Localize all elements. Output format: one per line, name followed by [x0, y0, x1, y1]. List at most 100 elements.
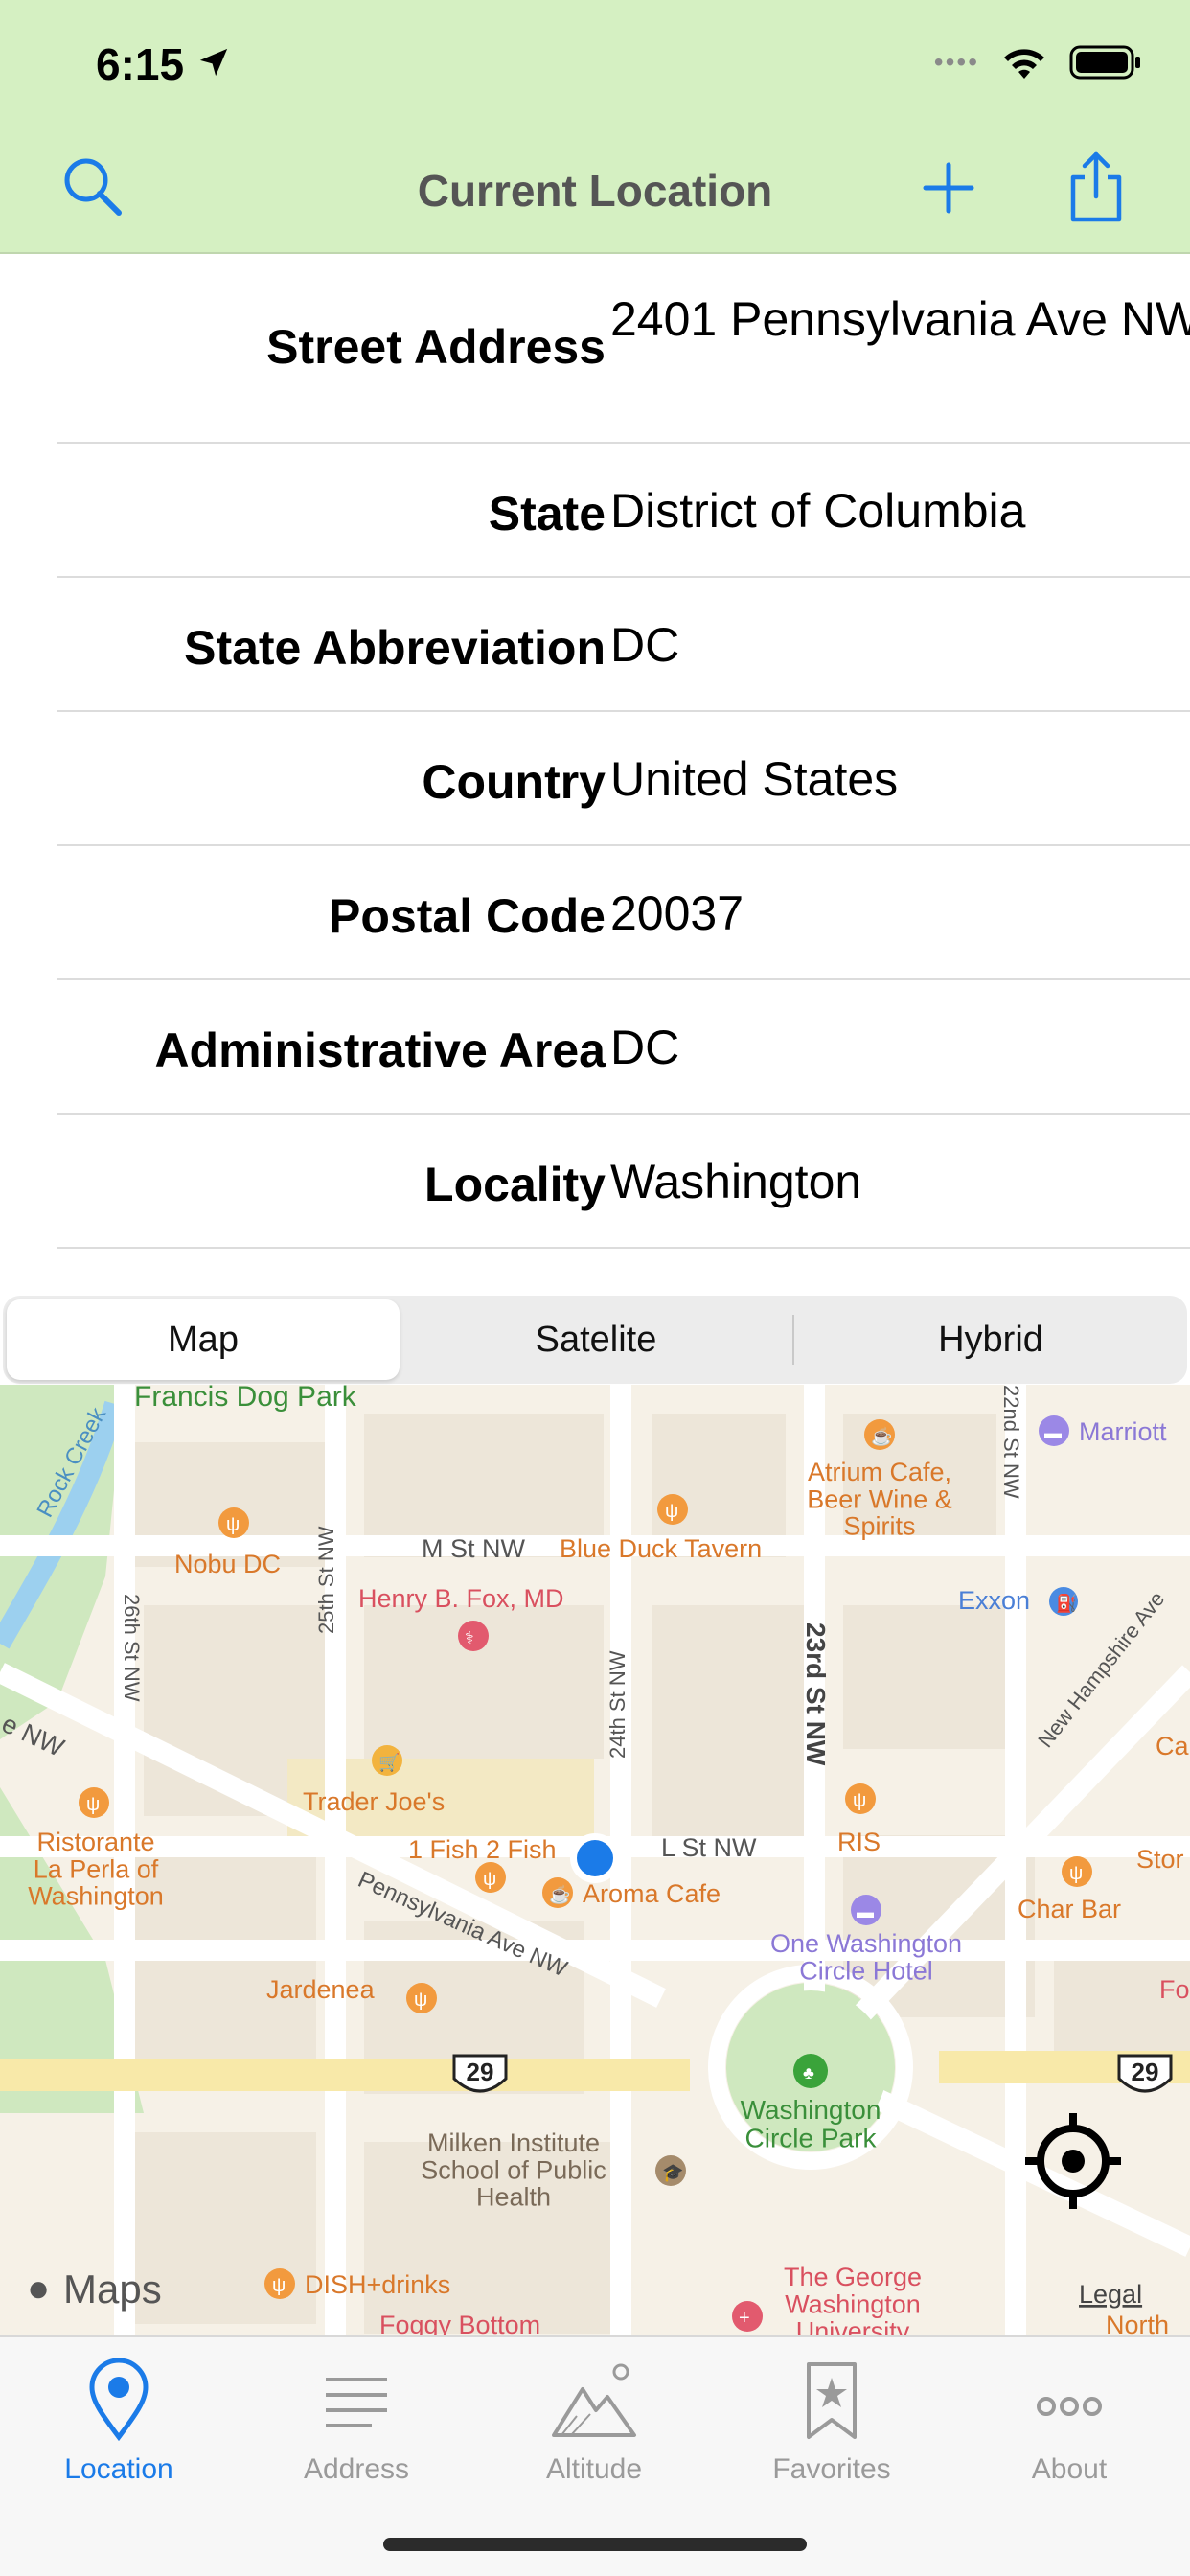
cafe-icon: ☕	[864, 1419, 895, 1450]
map-poi-char-bar: Char Bar	[1018, 1895, 1121, 1923]
info-value: 2401 Pennsylvania Ave NW	[610, 292, 1190, 346]
restaurant-icon: ψ	[1062, 1856, 1092, 1887]
map-label-26th-st: 26th St NW	[120, 1594, 144, 1702]
svg-text:ψ: ψ	[226, 1514, 240, 1535]
grocery-icon: 🛒	[372, 1745, 402, 1776]
svg-text:ψ: ψ	[414, 1990, 427, 2011]
battery-icon	[1069, 45, 1140, 80]
svg-text:⚕: ⚕	[465, 1628, 474, 1647]
tab-label: Location	[64, 2453, 173, 2485]
tab-address[interactable]: Address	[261, 2357, 452, 2486]
map-poi-marriott: Marriott	[1079, 1417, 1167, 1446]
svg-text:29: 29	[467, 2058, 494, 2086]
map-label-25th-st: 25th St NW	[314, 1526, 338, 1634]
info-value: Washington	[610, 1155, 862, 1208]
hotel-icon: ▬	[1039, 1415, 1069, 1446]
svg-text:🎓: 🎓	[662, 2163, 683, 2182]
svg-text:Maps: Maps	[63, 2266, 162, 2312]
restaurant-icon: ψ	[475, 1862, 506, 1893]
svg-text:☕: ☕	[871, 1426, 892, 1446]
svg-text:29: 29	[1132, 2058, 1159, 2086]
info-label: Country	[422, 755, 606, 809]
apple-maps-logo: ● Maps	[27, 2266, 162, 2312]
tab-altitude[interactable]: Altitude	[498, 2357, 690, 2486]
svg-text:⛽: ⛽	[1056, 1593, 1077, 1613]
mountain-icon	[552, 2363, 636, 2437]
svg-text:ψ: ψ	[483, 1869, 496, 1890]
add-icon[interactable]	[920, 153, 977, 220]
info-label: Postal Code	[329, 889, 606, 943]
medical-icon: ⚕	[458, 1621, 489, 1651]
restaurant-icon: ψ	[264, 2268, 295, 2299]
location-info-table: Street Address 2401 Pennsylvania Ave NW …	[0, 256, 1190, 1249]
map-poi-aroma: Aroma Cafe	[583, 1879, 721, 1908]
tab-label: About	[1031, 2453, 1108, 2485]
svg-text:▬: ▬	[857, 1902, 874, 1921]
cafe-icon: ☕	[542, 1877, 573, 1908]
map-poi-gwu: The George Washington University	[784, 2263, 922, 2335]
recenter-target-icon[interactable]	[1023, 2111, 1123, 2211]
tab-location[interactable]: Location	[23, 2357, 215, 2486]
map-poi-stor: Stor	[1136, 1845, 1184, 1874]
map-poi-north: North	[1106, 2311, 1169, 2335]
segment-satellite[interactable]: Satelite	[400, 1300, 792, 1380]
map-poi-fo: Fo	[1159, 1975, 1190, 2004]
tab-label: Favorites	[772, 2453, 891, 2485]
segment-hybrid[interactable]: Hybrid	[794, 1300, 1187, 1380]
restaurant-icon: ψ	[657, 1494, 688, 1525]
map-poi-fish: 1 Fish 2 Fish	[408, 1835, 557, 1864]
svg-text:ψ: ψ	[853, 1790, 866, 1811]
home-indicator	[383, 2538, 807, 2551]
info-label: State Abbreviation	[184, 621, 606, 675]
svg-text:▬: ▬	[1044, 1423, 1062, 1442]
svg-text:●: ●	[27, 2267, 50, 2310]
nav-header: 6:15 •••• Current Location	[0, 0, 1190, 254]
signal-dots-icon: ••••	[933, 47, 979, 77]
info-row-postal-code: Postal Code 20037	[57, 846, 1190, 980]
legal-link[interactable]: Legal	[1079, 2280, 1142, 2309]
map-view[interactable]: Francis Dog Park Rock Creek M St NW L St…	[0, 1385, 1190, 2335]
info-label: State	[488, 487, 606, 540]
share-icon[interactable]	[1065, 149, 1127, 225]
map-poi-dish: DISH+drinks	[305, 2270, 450, 2299]
info-label: Locality	[424, 1158, 606, 1211]
info-value: 20037	[610, 886, 744, 940]
ellipsis-icon	[1037, 2397, 1102, 2416]
gas-station-icon: ⛽	[1049, 1587, 1078, 1616]
map-label-m-st: M St NW	[422, 1534, 526, 1563]
svg-text:☕: ☕	[549, 1884, 570, 1904]
location-pin-icon	[89, 2358, 149, 2442]
map-poi-ca: Ca	[1156, 1732, 1189, 1760]
map-poi-foggy: Foggy Bottom	[379, 2311, 540, 2335]
restaurant-icon: ψ	[406, 1983, 437, 2013]
map-poi-nobu: Nobu DC	[174, 1550, 281, 1578]
map-poi-exxon: Exxon	[958, 1586, 1030, 1615]
tab-favorites[interactable]: Favorites	[736, 2357, 927, 2486]
segment-map[interactable]: Map	[7, 1300, 400, 1380]
route-29-shield: 29	[452, 2054, 508, 2093]
svg-text:+: +	[739, 2308, 750, 2329]
tab-label: Altitude	[545, 2453, 643, 2485]
info-value: DC	[610, 1021, 680, 1074]
map-type-segmented-control: Map Satelite Hybrid	[3, 1296, 1187, 1384]
map-label-francis-dog-park: Francis Dog Park	[134, 1385, 357, 1413]
school-icon: 🎓	[655, 2155, 686, 2186]
map-poi-henry-fox: Henry B. Fox, MD	[358, 1584, 564, 1613]
status-indicators: ••••	[934, 44, 1142, 80]
park-icon: ♣	[793, 2054, 828, 2088]
map-poi-washington-circle: Washington Circle Park	[741, 2095, 881, 2152]
info-row-street-address: Street Address 2401 Pennsylvania Ave NW	[57, 256, 1190, 444]
info-label: Administrative Area	[154, 1024, 606, 1077]
svg-text:♣: ♣	[803, 2063, 814, 2082]
hospital-icon: +	[732, 2301, 763, 2332]
info-value: DC	[610, 618, 680, 672]
restaurant-icon: ψ	[218, 1507, 249, 1538]
location-arrow-icon	[199, 48, 228, 77]
bookmark-star-icon	[807, 2362, 857, 2439]
route-29-shield: 29	[1117, 2054, 1173, 2093]
tab-about[interactable]: About	[973, 2357, 1165, 2486]
info-row-country: Country United States	[57, 712, 1190, 846]
map-poi-jardenea: Jardenea	[266, 1975, 376, 2004]
restaurant-icon: ψ	[79, 1787, 109, 1818]
svg-text:ψ: ψ	[1069, 1863, 1083, 1884]
